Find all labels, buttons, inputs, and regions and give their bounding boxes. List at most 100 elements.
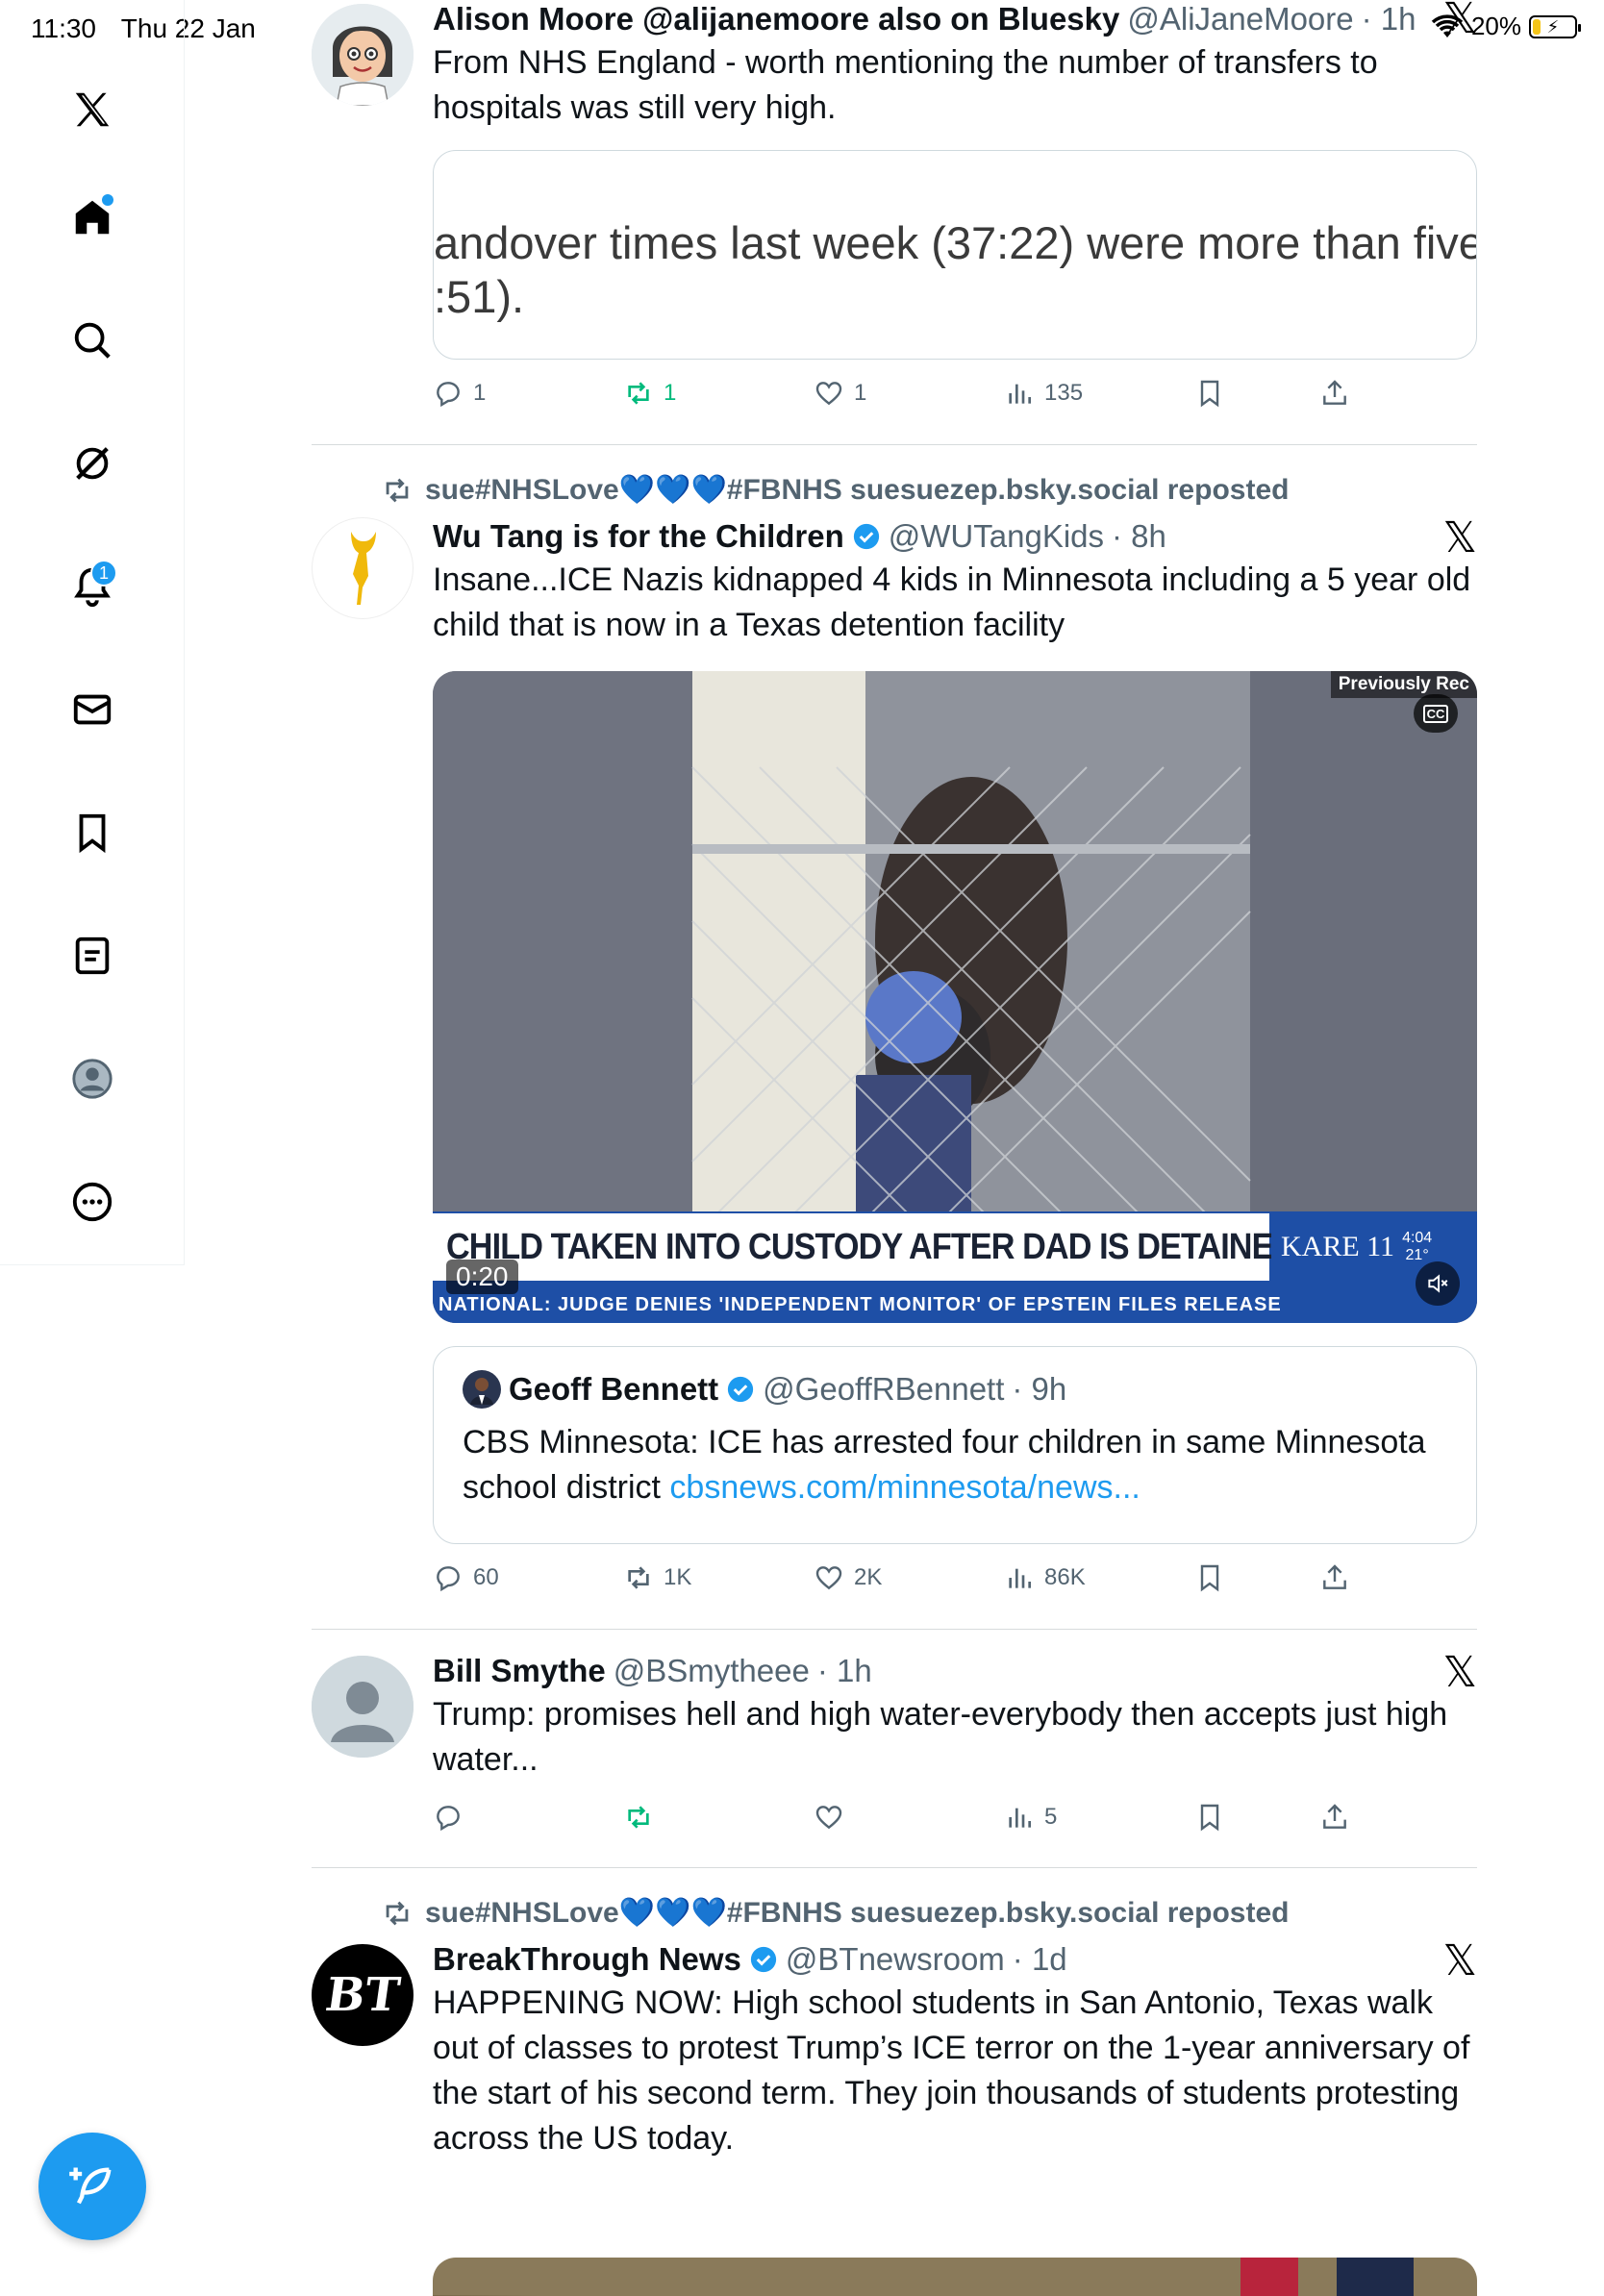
x-logo-icon: 𝕏: [1442, 0, 1477, 42]
more-icon[interactable]: [58, 1167, 127, 1236]
tweet-header: BreakThrough News @BTnewsroom · 1d: [433, 1940, 1477, 1979]
previously-recorded-label: Previously Rec: [1330, 671, 1477, 698]
tweet-text: Insane...ICE Nazis kidnapped 4 kids in M…: [433, 562, 1471, 643]
image-text-line-2: :51).: [434, 271, 525, 322]
bookmark-button[interactable]: [1194, 378, 1225, 409]
reply-button[interactable]: 1: [433, 378, 486, 409]
views-count: 86K: [1044, 1564, 1086, 1590]
cartoon-avatar-icon: [312, 4, 414, 106]
messages-icon[interactable]: [58, 675, 127, 744]
quoted-tweet-text-block: CBS Minnesota: ICE has arrested four chi…: [463, 1420, 1447, 1510]
heart-icon: [815, 1806, 842, 1830]
reply-icon: [437, 382, 460, 408]
repost-by[interactable]: sue#NHSLove💙💙💙#FBNHS suesuezep.bsky.soci…: [425, 1896, 1289, 1930]
like-count: 2K: [854, 1564, 883, 1590]
avatar[interactable]: [312, 517, 414, 619]
like-button[interactable]: [814, 1802, 844, 1833]
tweet-breakthrough-news[interactable]: sue#NHSLove💙💙💙#FBNHS suesuezep.bsky.soci…: [312, 1867, 1477, 2296]
video-duration: 0:20: [446, 1260, 518, 1294]
tweet-media[interactable]: [433, 2258, 1477, 2296]
like-button[interactable]: 1: [814, 378, 866, 409]
speaker-muted-icon: [1428, 1274, 1448, 1293]
verified-badge-icon: [728, 1376, 754, 1403]
repost-button[interactable]: 1: [623, 378, 676, 409]
tweet-alison-moore[interactable]: Alison Moore @alijanemoore also on Blues…: [312, 0, 1477, 444]
bookmark-icon: [1200, 1564, 1219, 1592]
repost-context: sue#NHSLove💙💙💙#FBNHS suesuezep.bsky.soci…: [381, 1896, 1289, 1930]
author-handle[interactable]: @WUTangKids: [889, 517, 1104, 556]
search-icon[interactable]: [58, 306, 127, 375]
x-logo-icon: 𝕏: [1442, 514, 1477, 562]
compose-post-button[interactable]: [38, 2133, 146, 2240]
tweet-actions: 60 1K 2K 86K: [433, 1562, 1356, 1601]
heart-icon: [815, 382, 842, 406]
repost-icon: [386, 478, 409, 502]
views-button[interactable]: 5: [1004, 1802, 1057, 1833]
tweet-wu-tang[interactable]: sue#NHSLove💙💙💙#FBNHS suesuezep.bsky.soci…: [312, 444, 1477, 1629]
tweet-time[interactable]: · 1d: [1013, 1940, 1067, 1979]
notifications-icon[interactable]: 1: [58, 552, 127, 621]
image-text-line-1: andover times last week (37:22) were mor…: [434, 217, 1477, 268]
tweet-time[interactable]: · 8h: [1112, 517, 1166, 556]
tweet-header: Bill Smythe @BSmytheee · 1h: [433, 1652, 1477, 1690]
bookmark-button[interactable]: [1194, 1562, 1225, 1593]
share-icon: [1323, 380, 1346, 405]
avatar-logo-text: BT: [321, 1968, 404, 2022]
news-headline-banner: CHILD TAKEN INTO CUSTODY AFTER DAD IS DE…: [433, 1213, 1296, 1281]
station-time-temp: 4:04 21°: [1402, 1230, 1432, 1264]
profile-avatar-icon[interactable]: [58, 1044, 127, 1113]
quoted-tweet-link[interactable]: cbsnews.com/minnesota/news...: [669, 1469, 1140, 1506]
media-photo: [433, 2258, 1477, 2296]
tweet-actions: 1 1 1 135: [433, 378, 1356, 416]
views-icon: [1009, 1568, 1031, 1588]
tweet-time[interactable]: · 1h: [817, 1652, 872, 1690]
share-button[interactable]: [1319, 1802, 1350, 1833]
bookmarks-icon[interactable]: [58, 798, 127, 867]
avatar[interactable]: [312, 4, 414, 106]
lists-icon[interactable]: [58, 921, 127, 990]
tweet-bill-smythe[interactable]: Bill Smythe @BSmytheee · 1h 𝕏 Trump: pro…: [312, 1629, 1477, 1867]
bookmark-button[interactable]: [1194, 1802, 1225, 1833]
views-button[interactable]: 135: [1004, 378, 1083, 409]
mute-button[interactable]: [1416, 1261, 1460, 1306]
closed-captions-button[interactable]: CC: [1414, 694, 1458, 733]
share-button[interactable]: [1319, 1562, 1350, 1593]
news-headline: CHILD TAKEN INTO CUSTODY AFTER DAD IS DE…: [446, 1226, 1296, 1267]
tweet-image[interactable]: andover times last week (37:22) were mor…: [433, 150, 1477, 360]
home-icon[interactable]: [58, 183, 127, 252]
repost-by[interactable]: sue#NHSLove💙💙💙#FBNHS suesuezep.bsky.soci…: [425, 473, 1289, 507]
tweet-video[interactable]: Previously Rec CC CHILD TAKEN INTO CUSTO…: [433, 671, 1477, 1323]
quoted-author-handle[interactable]: @GeoffRBennett: [763, 1370, 1004, 1409]
tweet-actions: 5: [433, 1802, 1356, 1840]
views-button[interactable]: 86K: [1004, 1562, 1086, 1593]
quoted-author-name[interactable]: Geoff Bennett: [509, 1370, 718, 1409]
repost-button[interactable]: [623, 1802, 654, 1833]
tweet-time[interactable]: · 1h: [1362, 0, 1416, 38]
grok-icon[interactable]: [58, 429, 127, 498]
views-icon: [1009, 384, 1031, 404]
battery-fill: [1533, 18, 1541, 35]
share-button[interactable]: [1319, 378, 1350, 409]
reply-button[interactable]: [433, 1802, 464, 1833]
author-name[interactable]: BreakThrough News: [433, 1940, 741, 1979]
author-name[interactable]: Wu Tang is for the Children: [433, 517, 844, 556]
repost-button[interactable]: 1K: [623, 1562, 691, 1593]
author-handle[interactable]: @BSmytheee: [614, 1652, 810, 1690]
repost-icon: [628, 1566, 649, 1589]
author-handle[interactable]: @AliJaneMoore: [1127, 0, 1353, 38]
battery-icon: ⚡: [1529, 14, 1581, 38]
like-button[interactable]: 2K: [814, 1562, 882, 1593]
author-handle[interactable]: @BTnewsroom: [786, 1940, 1005, 1979]
author-name[interactable]: Bill Smythe: [433, 1652, 606, 1690]
quoted-tweet[interactable]: Geoff Bennett @GeoffRBennett · 9h CBS Mi…: [433, 1346, 1477, 1544]
avatar[interactable]: [312, 1656, 414, 1758]
reply-button[interactable]: 60: [433, 1562, 499, 1593]
x-logo-icon: 𝕏: [1442, 1649, 1477, 1696]
avatar[interactable]: BT: [312, 1944, 414, 2046]
repost-icon: [386, 1901, 409, 1925]
author-name[interactable]: Alison Moore @alijanemoore also on Blues…: [433, 0, 1119, 38]
share-icon: [1323, 1804, 1346, 1829]
x-logo-icon[interactable]: [58, 75, 127, 144]
quoted-tweet-time: · 9h: [1012, 1371, 1067, 1407]
repost-icon: [628, 382, 649, 405]
